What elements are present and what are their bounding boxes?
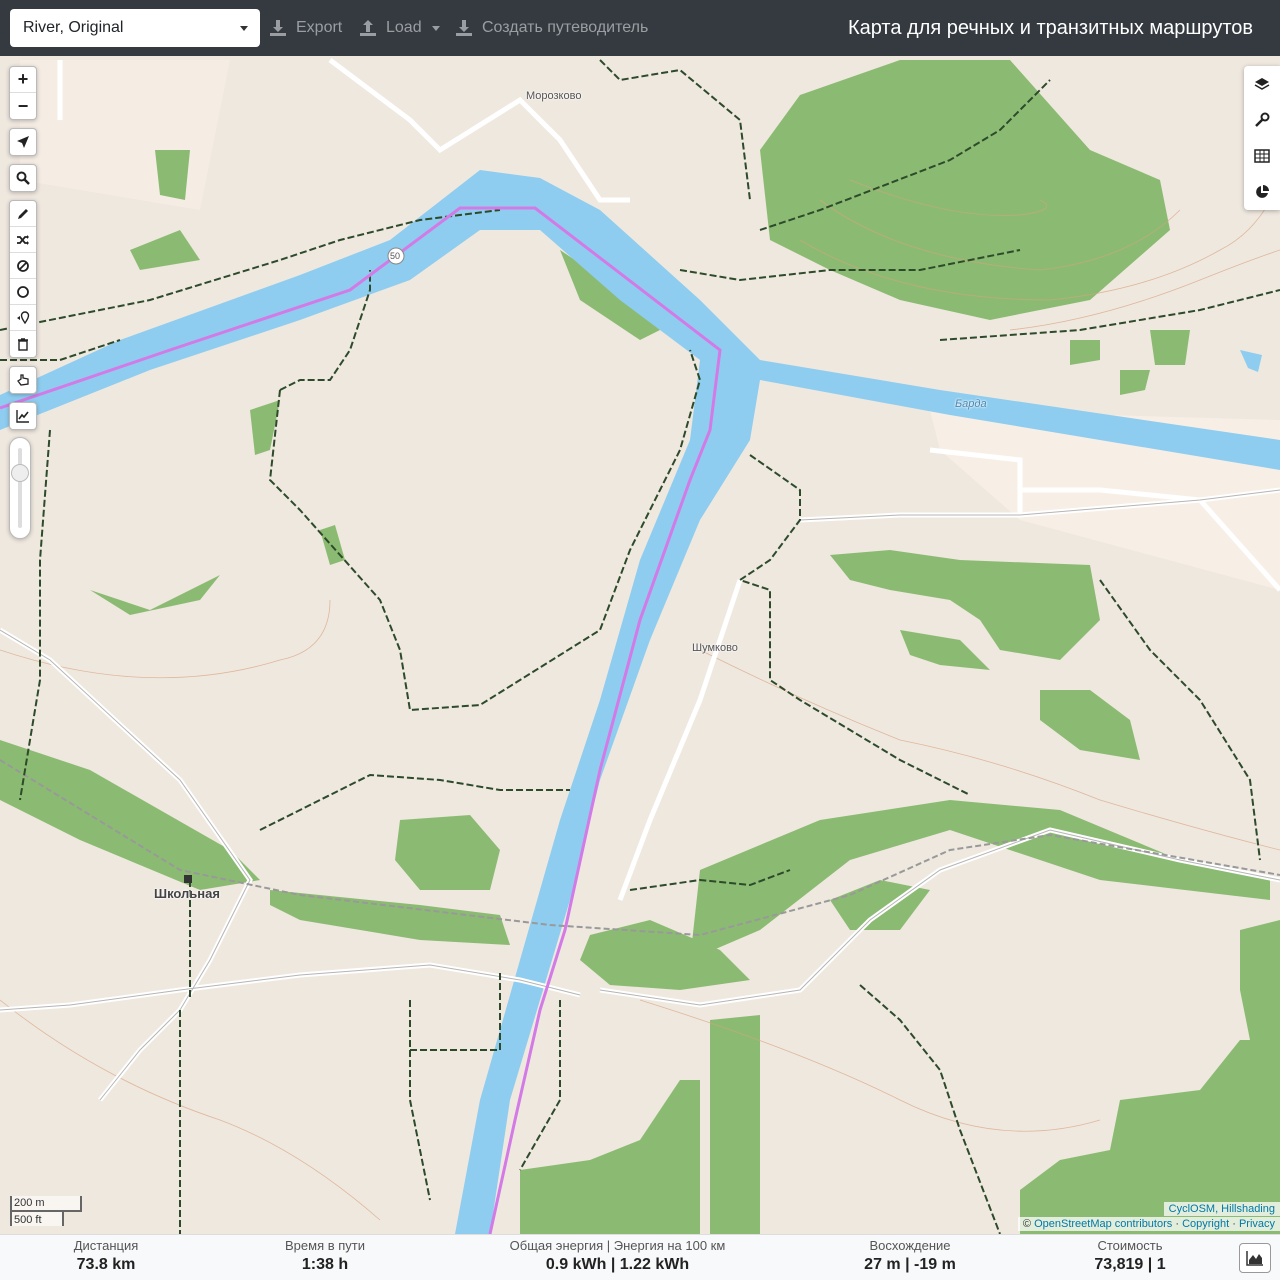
stat-time: Время в пути 1:38 h [265,1235,385,1274]
zoom-out-button[interactable]: − [10,93,36,119]
elevation-profile-button[interactable] [10,403,36,429]
load-button[interactable]: Load [358,0,440,56]
osm-contributors-link[interactable]: OpenStreetMap contributors [1034,1218,1172,1230]
reverse-route-button[interactable] [10,227,36,253]
profile-select[interactable]: River, Original [10,9,260,47]
right-panel-tabs [1244,66,1280,210]
draw-toolbar [9,200,37,358]
stat-ascent-label: Восхождение [869,1238,951,1253]
stat-ascent: Восхождение 27 m | -19 m [850,1235,970,1274]
privacy-link[interactable]: Privacy [1239,1218,1275,1230]
stat-cost-label: Стоимость [1097,1238,1163,1253]
slider-track [18,448,22,528]
stat-energy: Общая энергия | Энергия на 100 км 0.9 kW… [500,1235,735,1274]
zoom-in-button[interactable]: + [10,67,36,93]
stat-cost-value: 73,819 | 1 [1094,1256,1166,1273]
delete-route-button[interactable] [10,331,36,357]
stat-cost: Стоимость 73,819 | 1 [1070,1235,1190,1274]
stat-energy-value: 0.9 kWh | 1.22 kWh [545,1256,690,1273]
export-label: Export [296,19,343,36]
hand-pointer-icon [17,374,29,386]
pie-chart-icon [1256,185,1269,198]
map-tiles [0,56,1280,1234]
analysis-button[interactable] [1244,174,1280,210]
pencil-icon [18,208,28,219]
download-icon [456,20,472,36]
area-chart-icon [1246,1251,1263,1266]
scale-imperial: 500 ft [10,1210,64,1226]
separator: · [1175,1218,1179,1230]
stat-ascent-value: 27 m | -19 m [864,1256,956,1273]
shuffle-icon [17,234,29,245]
data-table-button[interactable] [1244,138,1280,174]
download-icon [270,20,286,36]
location-arrow-icon [17,136,29,148]
village-label: Шумково [692,642,738,654]
layer-attribution: CyclOSM, Hillshading [1163,1202,1280,1216]
create-guide-label: Создать путеводитель [482,19,649,36]
station-label: Школьная [154,886,220,901]
no-go-area-button[interactable] [10,253,36,279]
poi-tool-button[interactable] [10,305,36,331]
separator: · [1232,1218,1236,1230]
table-icon [1254,149,1270,163]
stat-time-value: 1:38 h [301,1256,349,1273]
elevation-control [9,402,37,430]
circle-icon [17,285,29,298]
map-attribution: © OpenStreetMap contributors · Copyright… [1017,1217,1280,1231]
stat-distance-value: 73.8 km [76,1256,136,1273]
search-button[interactable] [10,165,36,191]
stat-distance: Дистанция 73.8 km [46,1235,166,1274]
circle-tool-button[interactable] [10,279,36,305]
copyright-symbol: © [1022,1218,1032,1230]
layers-icon [1254,78,1270,90]
cyclosm-link[interactable]: CyclOSM, Hillshading [1169,1203,1275,1215]
elevation-chart-button[interactable] [1239,1243,1271,1273]
create-guide-button[interactable]: Создать путеводитель [454,0,648,56]
zoom-control: + − [9,66,37,120]
export-button[interactable]: Export [268,0,342,56]
scale-bar: 200 m 500 ft [10,1196,82,1226]
caret-down-icon [240,26,248,31]
ban-icon [17,259,29,272]
locate-control [9,128,37,156]
river-label: Барда [955,398,987,410]
settings-button[interactable] [1244,102,1280,138]
search-control [9,164,37,192]
locate-button[interactable] [10,129,36,155]
upload-icon [360,20,376,36]
load-label: Load [386,19,422,36]
profile-select-value: River, Original [23,19,124,36]
route-stats-bar: Дистанция 73.8 km Время в пути 1:38 h Об… [0,1234,1280,1280]
hand-tool-button[interactable] [10,367,36,393]
copyright-link[interactable]: Copyright [1182,1218,1229,1230]
map-marker-icon [17,310,30,324]
stat-distance-label: Дистанция [73,1238,139,1253]
slider-handle[interactable] [11,464,29,482]
search-icon [16,171,30,185]
top-navbar: River, Original Export Load Создать путе… [0,0,1280,56]
pan-control [9,366,37,394]
stat-time-label: Время в пути [285,1238,365,1253]
opacity-slider[interactable] [9,437,31,539]
trash-icon [18,338,28,351]
app-title: Карта для речных и транзитных маршрутов [847,17,1253,39]
map-canvas[interactable]: Морозково Шумково Школьная Барда 50 [0,56,1280,1234]
road-ref-label: 50 [390,251,401,261]
line-chart-icon [16,410,29,423]
stat-energy-label: Общая энергия | Энергия на 100 км [509,1238,726,1253]
wrench-icon [1255,112,1270,127]
village-label: Морозково [526,90,582,102]
layers-button[interactable] [1244,66,1280,102]
caret-down-icon [431,25,440,31]
draw-route-button[interactable] [10,201,36,227]
